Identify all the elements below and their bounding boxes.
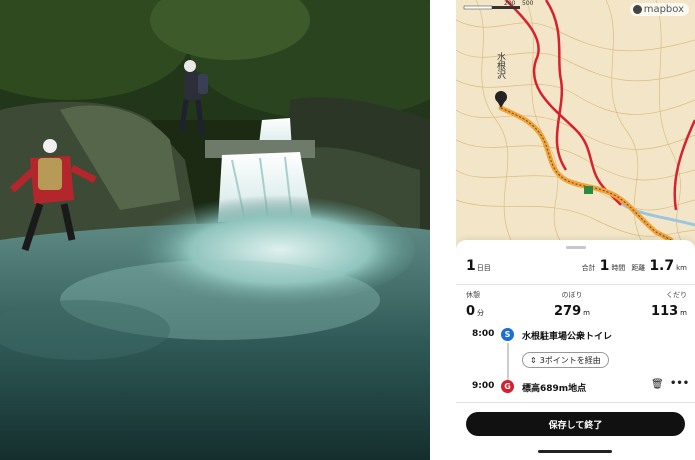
sheet-drag-handle[interactable] [566, 246, 586, 249]
via-points-label: 3ポイントを経由 [539, 355, 601, 365]
ascent-value: 279 m [554, 304, 590, 319]
total-time-unit: 時間 [611, 264, 626, 272]
goal-badge: G [501, 380, 514, 393]
goal-time: 9:00 [472, 381, 495, 391]
descent-label: くだり [666, 291, 687, 299]
mapbox-label: mapbox [643, 4, 684, 15]
scale-label-200: 200 [504, 0, 516, 7]
canyon-photo [0, 0, 430, 460]
start-badge: S [501, 328, 514, 341]
waterfall-image [0, 0, 430, 460]
swap-vertical-icon: ⇕ [530, 355, 537, 365]
route-connector [507, 343, 509, 381]
more-icon[interactable]: ••• [670, 378, 689, 389]
distance-unit: km [676, 264, 687, 272]
route-app-screen: 200 500 水根沢 mapbox 1 日目 合計 1 時間 距離 1.7 k… [456, 0, 695, 460]
goal-point-name[interactable]: 標高689m地点 [522, 381, 586, 394]
mapbox-logo: mapbox [629, 3, 689, 16]
via-points-button[interactable]: ⇕ 3ポイントを経由 [522, 352, 609, 368]
trash-icon[interactable]: 🗑 [651, 379, 664, 390]
map-place-label: 水根沢 [495, 52, 505, 79]
route-bottom-sheet: 1 日目 合計 1 時間 距離 1.7 km 休憩 0分 のぼり 279 m くだ… [456, 240, 695, 460]
total-time-value: 1 [599, 258, 610, 274]
topographic-map[interactable] [456, 0, 695, 250]
rest-label: 休憩 [466, 291, 480, 299]
divider [456, 402, 695, 403]
rest-value: 0分 [466, 304, 485, 319]
mapbox-icon [632, 5, 642, 14]
total-label: 合計 [581, 264, 596, 272]
ascent-label: のぼり [561, 291, 583, 299]
home-indicator [538, 450, 612, 453]
day-number: 1 [466, 258, 476, 274]
distance-value: 1.7 [649, 258, 675, 274]
start-time: 8:00 [472, 329, 495, 339]
start-point-name[interactable]: 水根駐車場公衆トイレ [522, 329, 612, 342]
divider [456, 284, 695, 285]
route-map[interactable]: 200 500 水根沢 mapbox [456, 0, 695, 250]
save-and-finish-button[interactable]: 保存して終了 [466, 412, 685, 436]
route-summary-row: 1 日目 合計 1 時間 距離 1.7 km [466, 258, 687, 278]
stat-descent: くだり 113 m [651, 290, 687, 319]
day-unit: 日目 [476, 264, 491, 272]
route-points: 8:00 S 水根駐車場公衆トイレ ⇕ 3ポイントを経由 9:00 G 標高68… [466, 326, 689, 396]
stat-ascent: のぼり 279 m [554, 290, 590, 319]
distance-label: 距離 [631, 264, 646, 272]
scale-label-500: 500 [522, 0, 534, 7]
route-stats: 休憩 0分 のぼり 279 m くだり 113 m [466, 290, 687, 326]
stat-rest: 休憩 0分 [466, 290, 484, 319]
descent-value: 113 m [651, 304, 687, 319]
